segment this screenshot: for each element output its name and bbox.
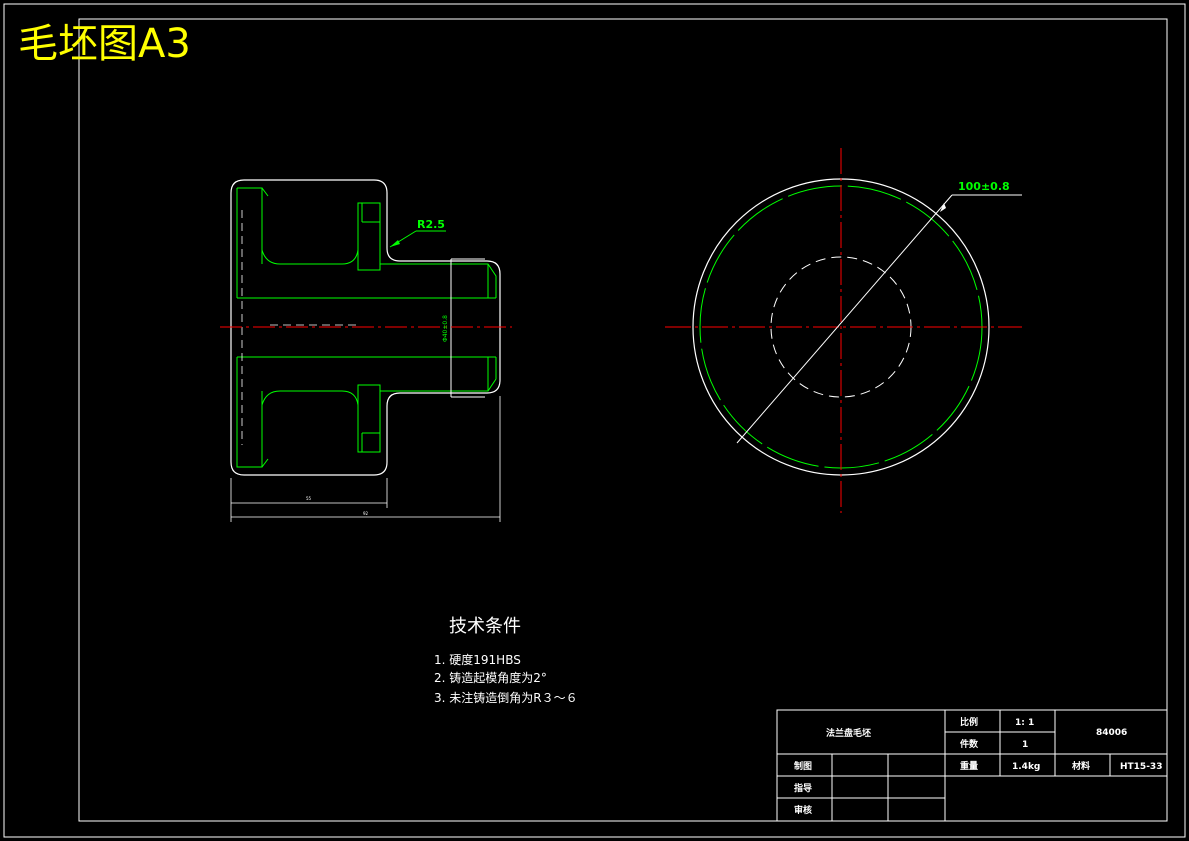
diameter-dimension-line <box>736 194 953 444</box>
sheet-title: 毛坯图A3 <box>18 21 191 67</box>
drawing-sheet: 毛坯图A3 R2.5 Φ40±0.8 55 92 100±0.8 技术条件 1.… <box>3 3 1186 838</box>
radius-annotation: R2.5 <box>389 218 446 248</box>
length-total-label: 92 <box>363 511 369 516</box>
tech-condition-3: 3. 未注铸造倒角为R３～６ <box>434 690 578 705</box>
weight-label: 重量 <box>960 760 978 772</box>
drawn-label: 制图 <box>794 760 812 772</box>
part-name: 法兰盘毛坯 <box>826 727 871 739</box>
title-block: 法兰盘毛坯 比例 1: 1 件数 1 84006 重量 1.4kg 材料 HT1… <box>776 709 1168 822</box>
end-view: 100±0.8 <box>665 148 1022 513</box>
length-dimensions <box>230 396 501 522</box>
length-short-label: 55 <box>306 496 312 501</box>
side-view: R2.5 Φ40±0.8 55 92 <box>220 179 512 522</box>
tech-conditions: 技术条件 1. 硬度191HBS 2. 铸造起模角度为2° 3. 未注铸造倒角为… <box>434 616 578 705</box>
radius-label: R2.5 <box>417 218 445 231</box>
diameter-label: 100±0.8 <box>958 180 1010 193</box>
scale-label: 比例 <box>960 716 978 728</box>
review-label: 审核 <box>794 804 812 816</box>
guide-label: 指导 <box>794 782 812 794</box>
tech-condition-1: 1. 硬度191HBS <box>434 652 521 667</box>
material-value: HT15-33 <box>1120 762 1162 772</box>
material-label: 材料 <box>1071 760 1090 772</box>
outer-border <box>3 3 1186 838</box>
qty-value: 1 <box>1022 740 1028 750</box>
weight-value: 1.4kg <box>1012 762 1040 772</box>
tech-conditions-heading: 技术条件 <box>449 616 521 637</box>
qty-label: 件数 <box>960 738 979 750</box>
tech-condition-2: 2. 铸造起模角度为2° <box>434 670 547 685</box>
scale-value: 1: 1 <box>1015 718 1034 728</box>
bore-label: Φ40±0.8 <box>442 315 449 342</box>
drawing-number: 84006 <box>1096 728 1127 738</box>
